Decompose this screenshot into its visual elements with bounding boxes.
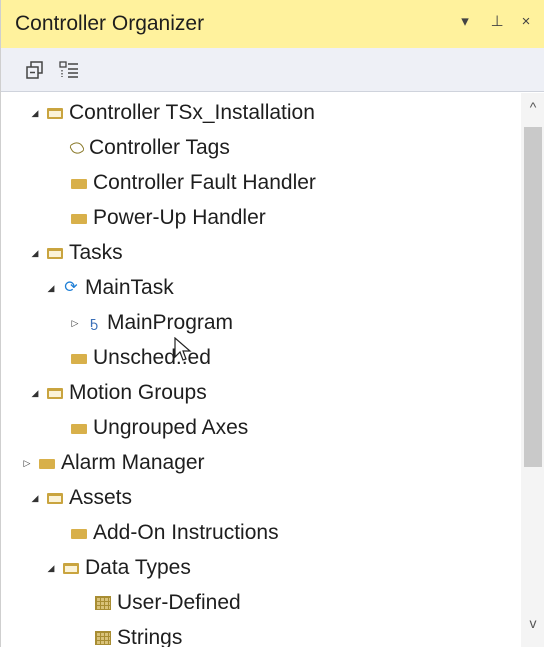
expand-collapse-icon[interactable]: ▷	[69, 318, 81, 329]
tree-item-label: Assets	[69, 486, 133, 509]
expand-collapse-icon[interactable]: ◢	[29, 388, 41, 399]
collapse-all-icon	[26, 61, 43, 79]
tree-item-label: Controller Fault Handler	[93, 171, 316, 194]
tree-item-label: Tasks	[69, 241, 123, 264]
expand-collapse-icon[interactable]: ▷	[21, 458, 33, 469]
expand-collapse-icon[interactable]: ◢	[29, 493, 41, 504]
mouse-cursor-icon	[174, 337, 192, 361]
tree-item-mainprogram[interactable]: ▷ ҕ MainProgram	[69, 307, 234, 339]
tree-item-ungrouped-axes[interactable]: Ungrouped Axes	[53, 412, 248, 444]
collapse-all-button[interactable]	[23, 58, 47, 82]
task-icon: ⟳	[64, 279, 78, 296]
tree-item-label: User-Defined	[117, 591, 241, 614]
tree-item-label: Controller Tags	[89, 136, 230, 159]
tree-item-data-types[interactable]: ◢ Data Types	[45, 552, 191, 584]
folder-open-icon	[63, 562, 79, 574]
tree-item-label: Ungrouped Axes	[93, 416, 249, 439]
panel-title: Controller Organizer	[15, 12, 205, 35]
folder-icon	[39, 459, 55, 469]
window-position-dropdown-icon[interactable]: ▾	[455, 12, 475, 32]
expand-collapse-icon[interactable]: ◢	[45, 563, 57, 574]
tree-item-tasks[interactable]: ◢ Tasks	[29, 237, 123, 269]
tree-item-label: MainTask	[85, 276, 174, 299]
tree-item-user-defined[interactable]: User-Defined	[77, 587, 241, 619]
scroll-down-icon[interactable]: v	[521, 615, 544, 635]
tree-item-label: Add-On Instructions	[93, 521, 279, 544]
tree-item-label: Unsched..ed	[93, 346, 211, 369]
expand-collapse-icon[interactable]: ◢	[45, 283, 57, 294]
tree-item-power-up-handler[interactable]: Power-Up Handler	[53, 202, 266, 234]
tag-icon	[68, 139, 86, 157]
tree-item-assets[interactable]: ◢ Assets	[29, 482, 133, 514]
folder-icon	[71, 424, 87, 434]
scroll-up-icon[interactable]: ^	[521, 99, 544, 119]
auto-hide-pin-icon[interactable]: ⊥	[487, 12, 507, 32]
tree-item-label: Data Types	[85, 556, 191, 579]
tree-item-label: Motion Groups	[69, 381, 207, 404]
expand-collapse-icon[interactable]: ◢	[29, 248, 41, 259]
show-details-icon	[59, 61, 78, 78]
program-icon: ҕ	[89, 314, 99, 331]
scrollbar-thumb[interactable]	[524, 127, 542, 467]
tree-item-controller[interactable]: ◢ Controller TSx_Installation	[29, 97, 315, 129]
show-details-button[interactable]	[57, 58, 81, 82]
expand-collapse-icon[interactable]: ◢	[29, 108, 41, 119]
tree-item-add-on-instructions[interactable]: Add-On Instructions	[53, 517, 279, 549]
folder-icon	[71, 354, 87, 364]
tree-item-label: Strings	[117, 626, 183, 647]
close-icon[interactable]: ×	[516, 12, 536, 32]
tree-item-controller-fault-handler[interactable]: Controller Fault Handler	[53, 167, 316, 199]
folder-open-icon	[47, 492, 63, 504]
organizer-toolbar	[1, 48, 544, 92]
tree-item-motion-groups[interactable]: ◢ Motion Groups	[29, 377, 207, 409]
folder-open-icon	[47, 387, 63, 399]
data-type-icon	[95, 596, 111, 610]
tree-item-label: Controller TSx_Installation	[69, 101, 315, 124]
data-type-icon	[95, 631, 111, 645]
tree-item-maintask[interactable]: ◢ ⟳ MainTask	[45, 272, 174, 304]
folder-open-icon	[47, 247, 63, 259]
tree-item-strings[interactable]: Strings	[77, 622, 182, 647]
folder-icon	[71, 179, 87, 189]
tree-item-label: Power-Up Handler	[93, 206, 266, 229]
tree-item-alarm-manager[interactable]: ▷ Alarm Manager	[21, 447, 205, 479]
vertical-scrollbar[interactable]: ^ v	[521, 93, 544, 647]
tree-item-label: MainProgram	[107, 311, 234, 334]
tree-item-controller-tags[interactable]: Controller Tags	[53, 132, 230, 164]
folder-icon	[71, 529, 87, 539]
controller-organizer-panel: Controller Organizer ▾ ⊥ × ◢ Controller …	[0, 0, 544, 647]
folder-open-icon	[47, 107, 63, 119]
folder-icon	[71, 214, 87, 224]
organizer-tree[interactable]: ◢ Controller TSx_Installation Controller…	[11, 93, 521, 647]
title-bar: Controller Organizer ▾ ⊥ ×	[1, 0, 544, 48]
tree-item-label: Alarm Manager	[61, 451, 205, 474]
